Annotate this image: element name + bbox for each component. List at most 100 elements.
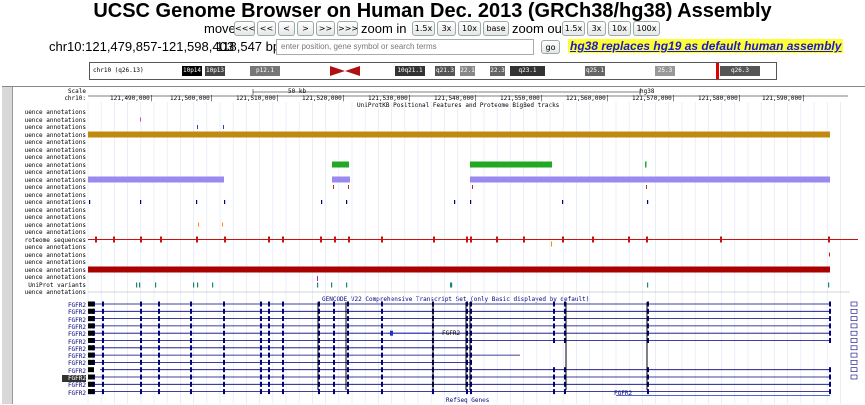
transcript-exon <box>553 367 555 373</box>
transcript-exon <box>140 301 142 307</box>
transcript-end <box>850 330 858 336</box>
proteome-exon <box>562 236 564 243</box>
transcript-exon <box>829 308 831 314</box>
feature-tick <box>470 200 472 204</box>
transcript-exon <box>158 374 160 380</box>
proteome-exon <box>628 236 630 243</box>
transcript-exon <box>347 374 349 380</box>
transcript-exon <box>223 374 225 380</box>
domain-feature-bar <box>332 161 349 168</box>
transcript-exon <box>260 308 262 314</box>
transcript-exon <box>333 374 335 380</box>
proteome-exon <box>334 236 336 243</box>
transcript-end <box>850 345 858 351</box>
proteome-exon <box>95 236 97 243</box>
transcript-exon <box>190 323 192 329</box>
transcript-exon <box>347 381 349 387</box>
transcript-exon <box>347 316 349 322</box>
transcript-exon <box>158 330 160 336</box>
transcript-exon <box>223 316 225 322</box>
transcript-exon <box>190 381 192 387</box>
transcript-end <box>850 301 858 307</box>
transcript-exon <box>140 367 142 373</box>
feature-tick <box>224 200 226 204</box>
transcript-exon <box>158 301 160 307</box>
transcript-exon <box>381 352 383 358</box>
transcript-end <box>850 367 858 373</box>
transcript-exon <box>260 316 262 322</box>
transcript-exon <box>140 374 142 380</box>
feature-tick <box>89 200 91 204</box>
transcript-exon <box>158 389 160 395</box>
transcript-exon <box>260 359 262 365</box>
transcript-exon <box>223 330 225 336</box>
transcript-exon <box>268 338 270 343</box>
transcript-exon <box>88 345 94 351</box>
transcript-exon <box>223 345 225 351</box>
transcript-exon <box>282 389 284 395</box>
feature-tick <box>647 200 649 204</box>
transcript-exon <box>282 359 284 365</box>
transcript-exon <box>553 316 555 322</box>
transcript-exon <box>140 308 142 314</box>
proteome-exon <box>268 236 270 243</box>
feature-tick <box>222 222 223 227</box>
transcript-exon <box>333 389 335 395</box>
transcript-exon <box>140 359 142 365</box>
transcript-exon <box>282 381 284 387</box>
transcript-exon <box>829 389 831 395</box>
feature-tick <box>198 222 199 227</box>
transcript-exon <box>333 301 335 307</box>
transcript-exon <box>190 338 192 343</box>
feature-tick <box>562 200 564 204</box>
proteome-exon <box>523 236 525 243</box>
transcript-exon <box>381 301 383 307</box>
transcript-exon <box>260 301 262 307</box>
transcript-exon <box>190 374 192 380</box>
transcript-exon <box>88 352 94 358</box>
transcript-exon <box>223 389 225 395</box>
chain-feature-bar <box>88 131 830 138</box>
feature-tick <box>346 200 348 204</box>
transcript-exon <box>333 381 335 387</box>
variant-tick <box>317 282 319 288</box>
transcript-exon <box>347 323 349 329</box>
transcript-exon <box>282 374 284 380</box>
transcript-end <box>850 316 858 321</box>
transcript-end <box>850 323 858 329</box>
transcript-exon <box>88 308 94 314</box>
transcript-exon <box>260 352 262 358</box>
proteome-exon <box>433 236 435 243</box>
transcript-exon <box>829 330 831 336</box>
transcript-exon <box>829 301 831 307</box>
feature-tick <box>645 161 647 168</box>
transcript-exon <box>268 316 270 322</box>
transcript-exon <box>88 367 94 373</box>
transcript-exon <box>102 352 104 358</box>
variant-tick <box>346 282 348 288</box>
transcript-exon <box>268 389 270 395</box>
transcript-exon <box>829 316 831 322</box>
transcript-exon <box>347 308 349 314</box>
feature-tick <box>646 185 647 189</box>
transcript-exon <box>190 308 192 314</box>
transcript-exon <box>158 345 160 351</box>
region-feature-bar <box>470 176 830 183</box>
transcript-exon <box>158 316 160 322</box>
transcript-exon <box>347 345 349 351</box>
variant-tick <box>331 282 333 288</box>
transcript-exon <box>381 381 383 387</box>
transcript-exon <box>158 367 160 373</box>
tracks-canvas[interactable] <box>0 0 865 404</box>
transcript-exon <box>553 374 555 380</box>
transcript-exon <box>158 323 160 329</box>
transcript-exon <box>102 308 104 314</box>
proteome-exon <box>282 236 284 243</box>
feature-tick <box>348 185 349 189</box>
feature-tick <box>197 125 198 129</box>
transcript-exon <box>268 330 270 336</box>
transcript-exon <box>347 338 349 343</box>
proteome-exon <box>113 236 115 243</box>
proteome-exon <box>646 236 648 243</box>
variant-tick <box>317 276 318 281</box>
